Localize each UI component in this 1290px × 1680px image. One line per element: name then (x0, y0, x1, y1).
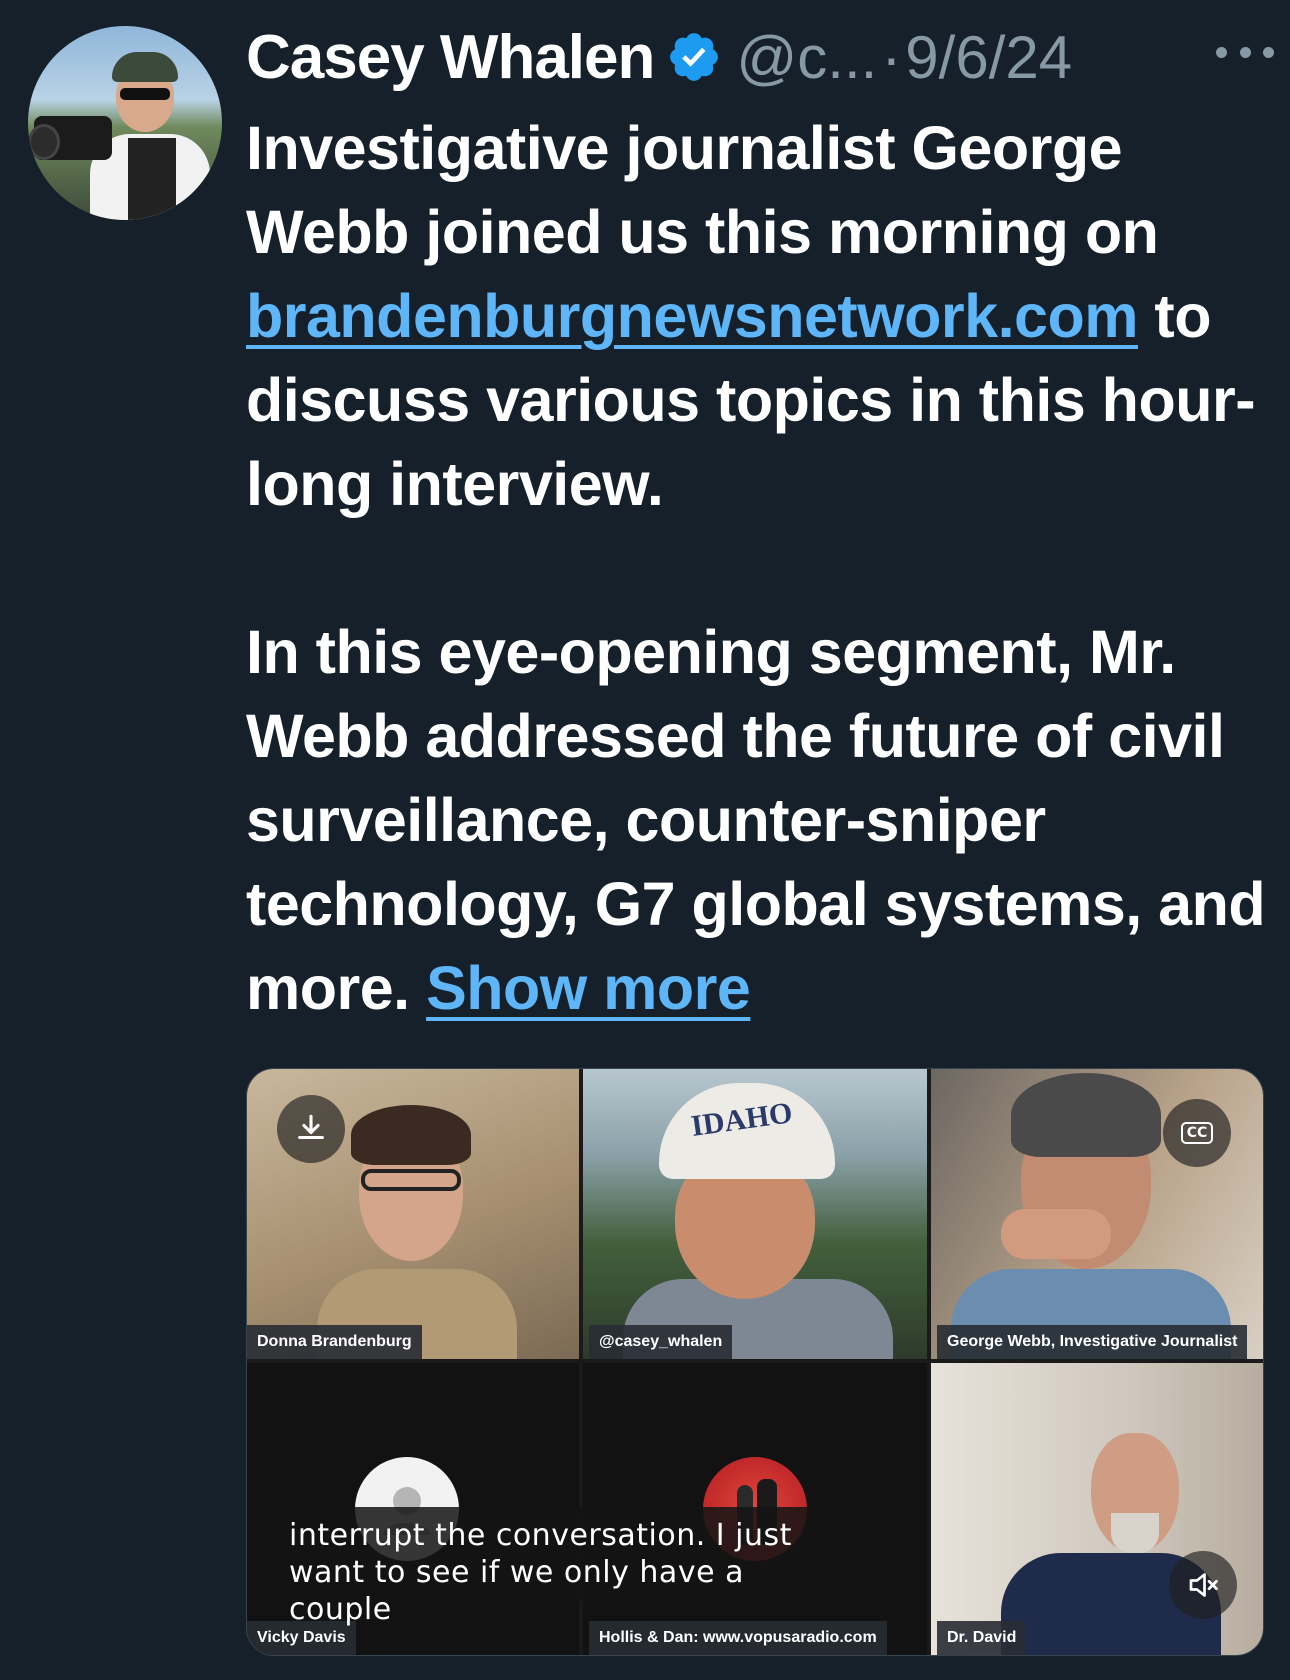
caption-line-2: want to see if we only have a couple (289, 1555, 744, 1627)
more-dot (1216, 46, 1227, 58)
website-link[interactable]: brandenburgnewsnetwork.com (246, 282, 1138, 350)
participant-hair (1011, 1073, 1161, 1157)
verified-badge-icon[interactable] (666, 29, 722, 85)
show-more-link[interactable]: Show more (426, 954, 751, 1022)
participant-name-label: @casey_whalen (589, 1325, 733, 1359)
tweet-paragraph-2: In this eye-opening segment, Mr. Webb ad… (246, 610, 1286, 1030)
participant-name-label: George Webb, Investigative Journalist (937, 1325, 1248, 1359)
author-handle[interactable]: @c... (736, 23, 877, 92)
author-name[interactable]: Casey Whalen (246, 22, 655, 93)
author-avatar[interactable] (28, 26, 222, 220)
closed-captions-icon[interactable]: CC (1163, 1099, 1231, 1167)
avatar-shirt (128, 138, 176, 220)
more-dot (1239, 46, 1251, 58)
paragraph-1-lead: Investigative journalist George Webb joi… (246, 114, 1159, 266)
avatar-cap (112, 52, 178, 82)
download-icon[interactable] (277, 1095, 345, 1163)
participant-hands (1001, 1209, 1111, 1259)
more-dot (1263, 46, 1274, 58)
avatar-sunglasses (120, 88, 170, 100)
avatar-camera-lens (28, 124, 60, 160)
tweet-header: Casey Whalen @c... · 9/6/24 (246, 20, 1072, 94)
video-caption: interrupt the conversation. I just want … (271, 1507, 845, 1627)
participant-name-label: Dr. David (937, 1621, 1027, 1655)
caption-line-1: interrupt the conversation. I just (289, 1518, 792, 1553)
more-options-icon[interactable] (1216, 40, 1274, 64)
tweet-text: Investigative journalist George Webb joi… (246, 106, 1286, 1030)
tweet-paragraph-1: Investigative journalist George Webb joi… (246, 106, 1286, 526)
paragraph-2-text: In this eye-opening segment, Mr. Webb ad… (246, 618, 1266, 1022)
participant-glasses (361, 1169, 461, 1191)
tweet-date[interactable]: 9/6/24 (905, 23, 1072, 92)
mute-icon[interactable] (1169, 1551, 1237, 1619)
participant-hair (351, 1105, 471, 1165)
participant-tile-casey: IDAHO @casey_whalen (583, 1069, 927, 1359)
cc-label: CC (1180, 1122, 1214, 1144)
participant-name-label: Donna Brandenburg (247, 1325, 422, 1359)
video-player[interactable]: Donna Brandenburg IDAHO @casey_whalen Ge… (246, 1068, 1264, 1656)
participant-beard (1111, 1513, 1159, 1553)
header-separator: · (881, 23, 902, 91)
